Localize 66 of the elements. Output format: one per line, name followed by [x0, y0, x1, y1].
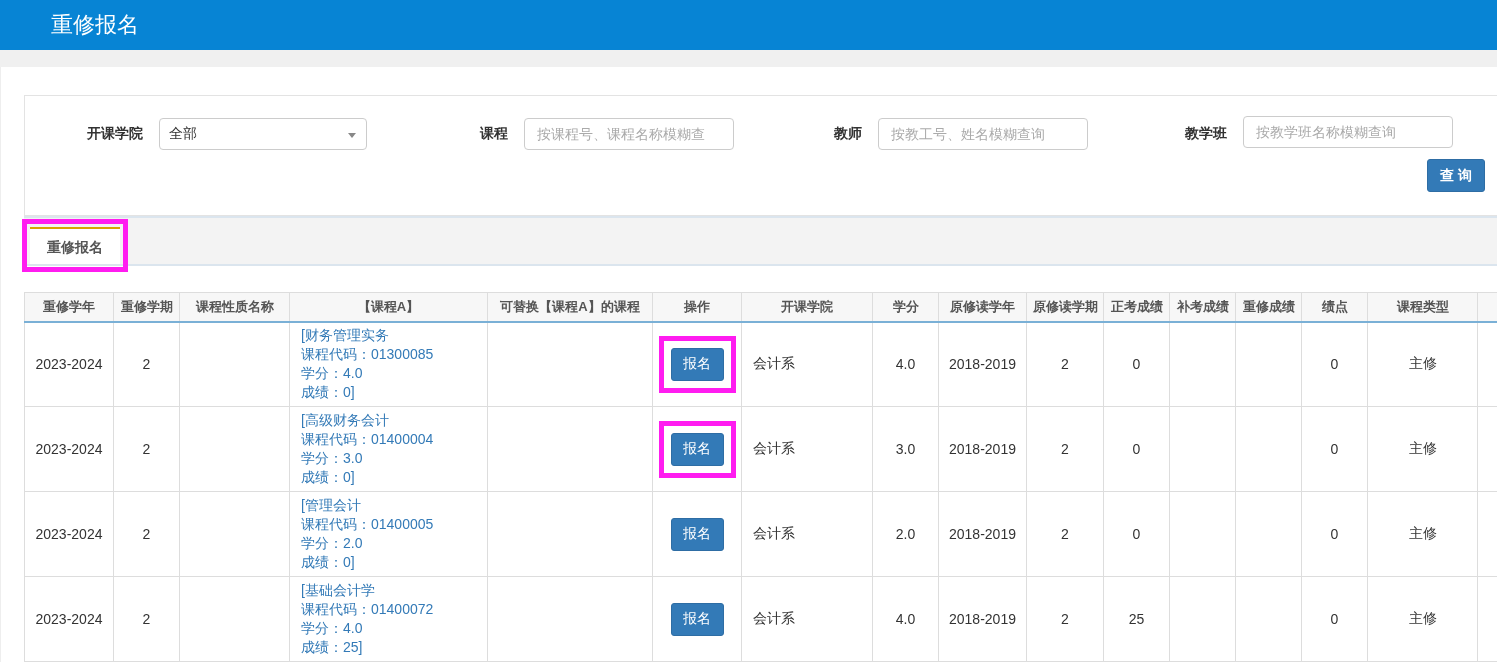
table-cell: 会计系 — [753, 525, 795, 541]
table-cell: 0 — [1330, 441, 1339, 457]
column-header: 原修读学期 — [1026, 292, 1104, 322]
table-cell: 0 — [1330, 356, 1339, 373]
table-cell: 2 — [1061, 611, 1069, 627]
table-cell: 0 — [1132, 441, 1141, 457]
table-cell: 主修 — [1408, 525, 1437, 541]
table-cell: 2023-2024 — [35, 441, 103, 457]
enroll-button[interactable]: 报名 — [670, 432, 724, 466]
table-cell: 会计系 — [753, 440, 795, 456]
filter-label: 教师 — [834, 125, 862, 143]
table-cell: 2023-2024 — [35, 526, 103, 542]
enroll-button[interactable]: 报名 — [670, 517, 724, 551]
table-cell: 主修 — [1408, 610, 1437, 626]
table-cell: 2 — [1061, 356, 1069, 373]
table-cell: 2 — [142, 611, 151, 627]
table-cell: 主修 — [1408, 355, 1437, 372]
table-cell: 2 — [1061, 441, 1069, 457]
column-header: 正考成绩 — [1103, 292, 1170, 322]
column-header: 重修学期 — [113, 292, 180, 322]
table-cell: 会计系 — [753, 610, 795, 626]
table-cell: 0 — [1132, 356, 1141, 373]
search-field[interactable]: 按课程号、课程名称模糊查 — [524, 118, 734, 150]
table-cell: 2 — [142, 526, 151, 542]
enroll-button[interactable]: 报名 — [670, 347, 724, 381]
column-header: 操作 — [652, 292, 742, 322]
table-cell: 会计系 — [753, 355, 795, 372]
column-header: 课程性质名称 — [179, 292, 290, 322]
column-header: 课程类型 — [1367, 292, 1478, 322]
table-cell: 2018-2019 — [949, 611, 1016, 627]
table-cell: 3.0 — [895, 441, 916, 457]
table-cell: 主修 — [1408, 440, 1437, 456]
page-title: 重修报名 — [51, 11, 139, 39]
table-cell: 2023-2024 — [35, 611, 103, 627]
column-header: 可替换【课程A】的课程 — [487, 292, 653, 322]
table-cell: 0 — [1330, 526, 1339, 542]
table-cell: 4.0 — [895, 611, 916, 627]
search-field[interactable]: 按教学班名称模糊查询 — [1243, 116, 1453, 148]
tab[interactable]: 重修报名 — [30, 227, 120, 264]
table-cell: 2.0 — [895, 526, 916, 542]
table-cell: 0 — [1330, 611, 1339, 627]
table-cell: 0 — [1132, 526, 1141, 542]
table-cell: 2 — [142, 441, 151, 457]
filter-label: 开课学院 — [87, 125, 143, 143]
college-select[interactable]: 全部 — [159, 118, 367, 150]
search-field[interactable]: 按教工号、姓名模糊查询 — [878, 118, 1088, 150]
column-header: 重修学年 — [24, 292, 114, 322]
column-header: 原修读学年 — [938, 292, 1027, 322]
column-header: 重修成绩 — [1235, 292, 1302, 322]
table-cell: 2 — [142, 356, 151, 373]
table-cell: 2023-2024 — [35, 356, 103, 373]
column-header: 【课程A】 — [289, 292, 488, 322]
filter-label: 教学班 — [1185, 125, 1227, 143]
table-cell: 4.0 — [895, 356, 916, 373]
table-cell: 2018-2019 — [949, 441, 1016, 457]
query-button[interactable]: 查 询 — [1427, 159, 1485, 192]
column-header: 补考成绩 — [1169, 292, 1236, 322]
filter-label: 课程 — [480, 125, 508, 143]
table-cell: 2018-2019 — [949, 526, 1016, 542]
column-header: 绩点 — [1301, 292, 1368, 322]
column-header: 开课学院 — [741, 292, 873, 322]
enroll-button[interactable]: 报名 — [670, 602, 724, 636]
table-cell: 2018-2019 — [949, 356, 1016, 373]
column-header: 学分 — [872, 292, 939, 322]
table-cell: 2 — [1061, 526, 1069, 542]
table-cell: 25 — [1128, 611, 1145, 627]
